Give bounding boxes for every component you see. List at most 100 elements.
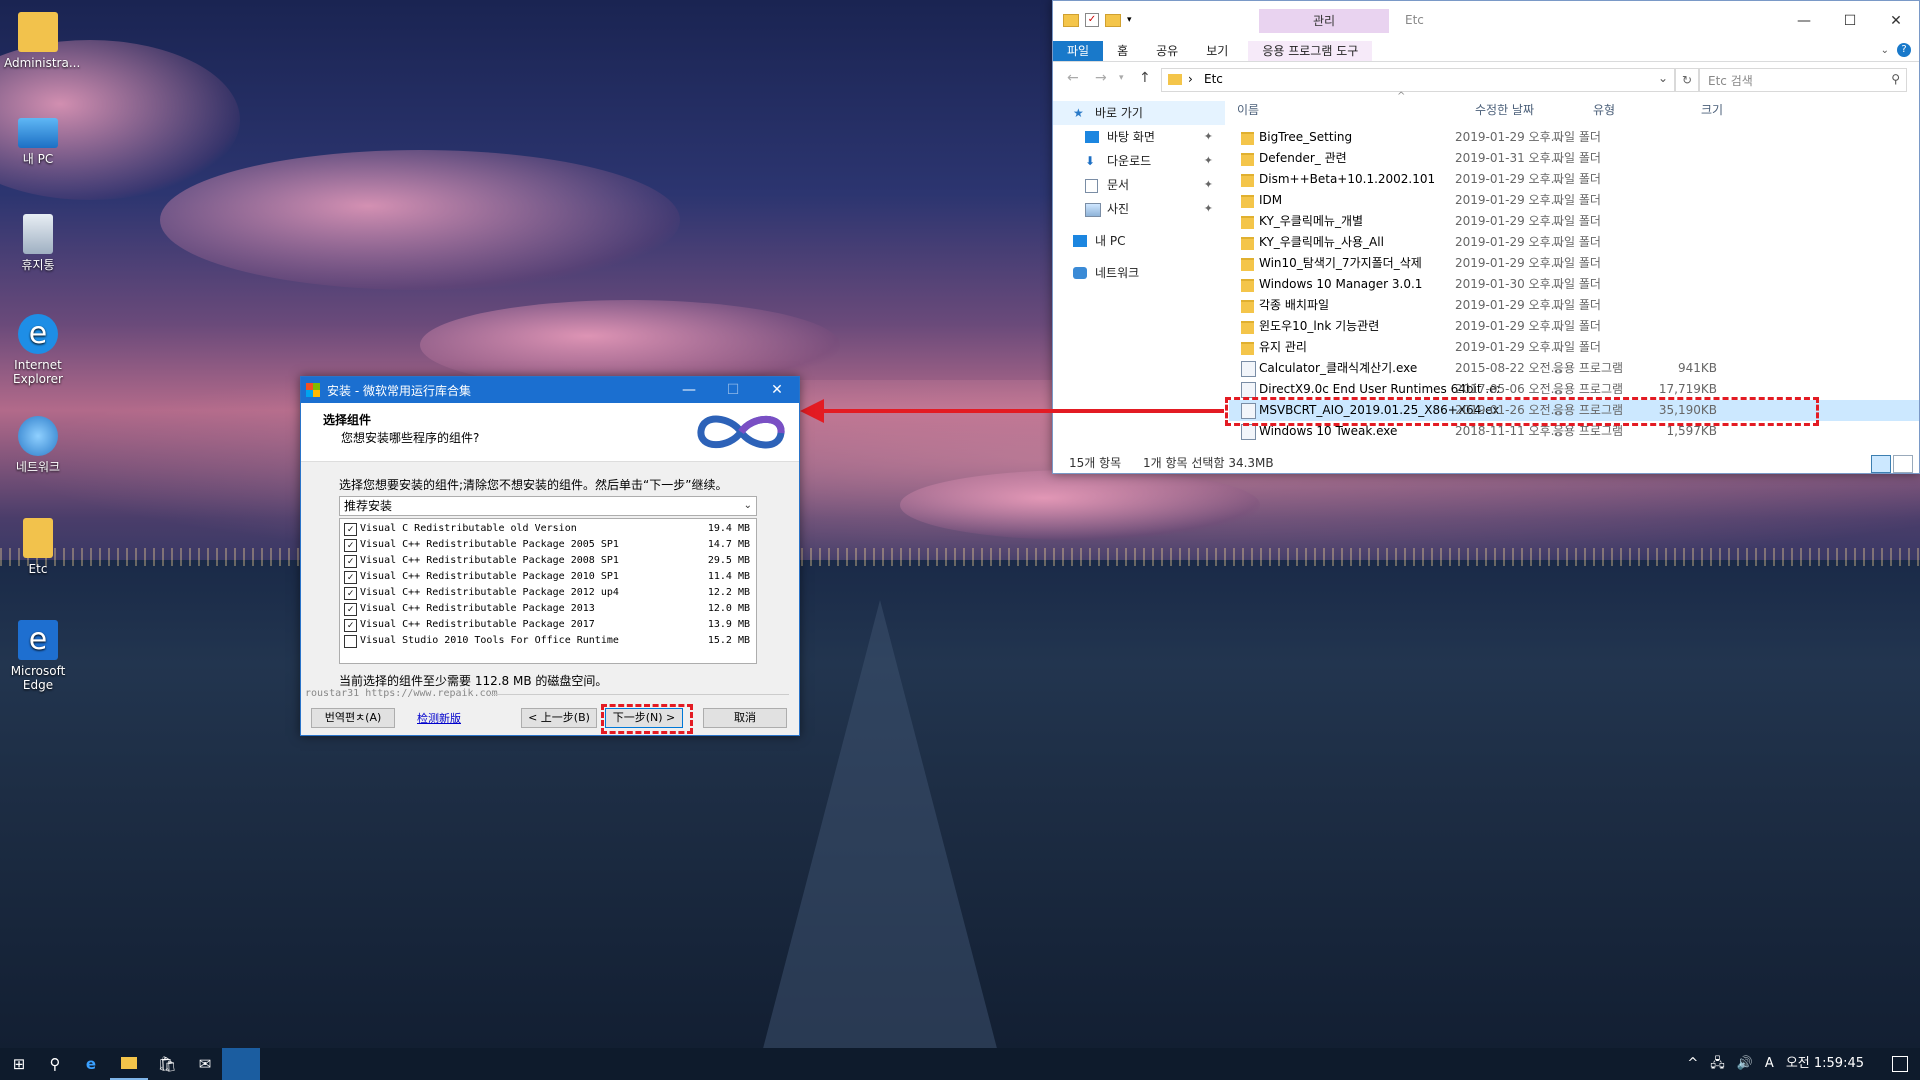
component-item[interactable]: ✓ Visual C++ Redistributable Package 2013… bbox=[344, 601, 752, 617]
search-input[interactable]: Etc 검색 ⚲ bbox=[1699, 68, 1907, 92]
tab-application-tools[interactable]: 응용 프로그램 도구 bbox=[1248, 41, 1373, 61]
ime-indicator[interactable]: A bbox=[1765, 1048, 1774, 1080]
nav-item-pictures[interactable]: 사진 ✦ bbox=[1053, 197, 1225, 221]
install-type-select[interactable]: 推荐安装 ⌄ bbox=[339, 496, 757, 516]
file-row[interactable]: Defender_ 관련 2019-01-31 오후... 파일 폴더 bbox=[1229, 148, 1919, 169]
pin-icon[interactable]: ✦ bbox=[1204, 149, 1213, 173]
nav-item-desktop[interactable]: 바탕 화면 ✦ bbox=[1053, 125, 1225, 149]
installer-taskbar-button[interactable] bbox=[222, 1048, 260, 1080]
back-button[interactable]: < 上一步(B) bbox=[521, 708, 597, 728]
component-item[interactable]: ✓ Visual C++ Redistributable Package 2005… bbox=[344, 537, 752, 553]
component-checkbox[interactable]: ✓ bbox=[344, 555, 357, 568]
file-row[interactable]: IDM 2019-01-29 오후... 파일 폴더 bbox=[1229, 190, 1919, 211]
component-item[interactable]: ✓ Visual C++ Redistributable Package 2017… bbox=[344, 617, 752, 633]
desktop-icon-this-pc[interactable]: 내 PC bbox=[4, 112, 72, 166]
file-row[interactable]: 각종 배치파일 2019-01-29 오후... 파일 폴더 bbox=[1229, 295, 1919, 316]
up-arrow-icon[interactable]: ↑ bbox=[1139, 70, 1151, 86]
address-input[interactable]: › Etc ⌄ bbox=[1161, 68, 1675, 92]
component-item[interactable]: Visual Studio 2010 Tools For Office Runt… bbox=[344, 633, 752, 649]
component-item[interactable]: ✓ Visual C++ Redistributable Package 2012… bbox=[344, 585, 752, 601]
nav-item-downloads[interactable]: ⬇ 다운로드 ✦ bbox=[1053, 149, 1225, 173]
details-view-button[interactable] bbox=[1871, 455, 1891, 473]
component-checkbox[interactable]: ✓ bbox=[344, 571, 357, 584]
edge-taskbar-icon[interactable]: e bbox=[72, 1048, 110, 1080]
close-button[interactable]: ✕ bbox=[755, 377, 799, 403]
component-checkbox[interactable]: ✓ bbox=[344, 603, 357, 616]
desktop-icon-internet-explorer[interactable]: e Internet Explorer bbox=[4, 314, 72, 386]
network-icon bbox=[1073, 267, 1087, 279]
minimize-button[interactable]: — bbox=[667, 377, 711, 403]
column-type[interactable]: 유형 bbox=[1585, 97, 1693, 123]
tab-share[interactable]: 공유 bbox=[1142, 41, 1192, 61]
qat-dropdown-icon[interactable]: ▾ bbox=[1127, 15, 1132, 25]
store-taskbar-icon[interactable]: 🛍 bbox=[148, 1048, 186, 1080]
desktop-icon-edge[interactable]: e Microsoft Edge bbox=[4, 620, 72, 692]
network-tray-icon[interactable]: 🖧 bbox=[1710, 1048, 1725, 1080]
folder-icon[interactable] bbox=[1063, 13, 1079, 27]
tab-view[interactable]: 보기 bbox=[1192, 41, 1242, 61]
forward-arrow-icon[interactable]: → bbox=[1095, 70, 1107, 86]
file-type: 파일 폴더 bbox=[1553, 172, 1601, 186]
file-row[interactable]: Windows 10 Manager 3.0.1 2019-01-30 오후...… bbox=[1229, 274, 1919, 295]
nav-item-quick-access[interactable]: ★ 바로 가기 bbox=[1053, 101, 1225, 125]
pin-icon[interactable]: ✦ bbox=[1204, 125, 1213, 149]
recent-dropdown-icon[interactable]: ▾ bbox=[1119, 73, 1124, 83]
file-row[interactable]: KY_우클릭메뉴_개별 2019-01-29 오후... 파일 폴더 bbox=[1229, 211, 1919, 232]
component-checkbox[interactable]: ✓ bbox=[344, 619, 357, 632]
folder-icon bbox=[1241, 216, 1254, 229]
clock[interactable]: 오전 1:59:45 bbox=[1786, 1048, 1864, 1080]
file-row[interactable]: Calculator_클래식계산기.exe 2015-08-22 오전... 응용 … bbox=[1229, 358, 1919, 379]
search-icon[interactable]: ⚲ bbox=[36, 1048, 74, 1080]
new-folder-icon[interactable] bbox=[1105, 13, 1121, 27]
folder-icon bbox=[1241, 132, 1254, 145]
desktop-icon-recycle-bin[interactable]: 휴지통 bbox=[4, 214, 72, 272]
desktop-icon-network[interactable]: 네트워크 bbox=[4, 416, 72, 474]
file-row[interactable]: 윈도우10_lnk 기능관련 2019-01-29 오후... 파일 폴더 bbox=[1229, 316, 1919, 337]
desktop-icon-user-folder[interactable]: Administra... bbox=[4, 12, 80, 70]
properties-icon[interactable]: ✓ bbox=[1085, 13, 1099, 27]
volume-icon[interactable]: 🔊 bbox=[1737, 1048, 1753, 1080]
file-row[interactable]: Dism++Beta+10.1.2002.101 2019-01-29 오후...… bbox=[1229, 169, 1919, 190]
check-update-link[interactable]: 检测新版 bbox=[417, 710, 461, 726]
component-checkbox[interactable]: ✓ bbox=[344, 587, 357, 600]
file-row[interactable]: KY_우클릭메뉴_사용_All 2019-01-29 오후... 파일 폴더 bbox=[1229, 232, 1919, 253]
column-size[interactable]: 크기 bbox=[1693, 97, 1781, 123]
minimize-button[interactable]: — bbox=[1781, 1, 1827, 41]
nav-item-this-pc[interactable]: 내 PC bbox=[1053, 229, 1225, 253]
tab-file[interactable]: 파일 bbox=[1053, 41, 1104, 61]
column-name[interactable]: 이름 bbox=[1229, 97, 1467, 123]
start-windows-icon[interactable]: ⊞ bbox=[0, 1048, 38, 1080]
component-item[interactable]: ✓ Visual C++ Redistributable Package 2010… bbox=[344, 569, 752, 585]
notification-center-icon[interactable] bbox=[1892, 1056, 1908, 1072]
component-checkbox[interactable]: ✓ bbox=[344, 539, 357, 552]
refresh-button[interactable]: ↻ bbox=[1675, 68, 1699, 92]
back-arrow-icon[interactable]: ← bbox=[1067, 70, 1079, 86]
ribbon-expand-icon[interactable]: ⌄ bbox=[1881, 45, 1889, 56]
component-checkbox[interactable]: ✓ bbox=[344, 523, 357, 536]
nav-item-documents[interactable]: 문서 ✦ bbox=[1053, 173, 1225, 197]
tab-home[interactable]: 홈 bbox=[1103, 41, 1142, 61]
nav-item-network[interactable]: 네트워크 bbox=[1053, 261, 1225, 285]
address-dropdown-icon[interactable]: ⌄ bbox=[1658, 71, 1668, 85]
cancel-button[interactable]: 取消 bbox=[703, 708, 787, 728]
tray-chevron-icon[interactable]: ^ bbox=[1687, 1048, 1698, 1080]
file-row[interactable]: BigTree_Setting 2019-01-29 오후... 파일 폴더 bbox=[1229, 127, 1919, 148]
column-date[interactable]: 수정한 날짜 bbox=[1467, 97, 1585, 123]
language-button[interactable]: 번역편ㅊ(A) bbox=[311, 708, 395, 728]
help-icon[interactable]: ? bbox=[1897, 43, 1911, 57]
pin-icon[interactable]: ✦ bbox=[1204, 197, 1213, 221]
file-date: 2019-01-29 오후... bbox=[1455, 193, 1563, 207]
pin-icon[interactable]: ✦ bbox=[1204, 173, 1213, 197]
component-checkbox[interactable] bbox=[344, 635, 357, 648]
maximize-button[interactable]: ☐ bbox=[1827, 1, 1873, 41]
component-item[interactable]: ✓ Visual C++ Redistributable Package 2008… bbox=[344, 553, 752, 569]
mail-taskbar-icon[interactable]: ✉ bbox=[186, 1048, 224, 1080]
close-button[interactable]: ✕ bbox=[1873, 1, 1919, 41]
desktop-icon-label: Internet Explorer bbox=[13, 358, 63, 386]
desktop-icon-etc[interactable]: Etc bbox=[4, 518, 72, 576]
large-icons-view-button[interactable] bbox=[1893, 455, 1913, 473]
component-item[interactable]: ✓ Visual C Redistributable old Version 19.… bbox=[344, 521, 752, 537]
file-row[interactable]: Win10_탐색기_7가지폴더_삭제 2019-01-29 오후... 파일 폴더 bbox=[1229, 253, 1919, 274]
file-row[interactable]: 유지 관리 2019-01-29 오후... 파일 폴더 bbox=[1229, 337, 1919, 358]
file-explorer-taskbar-icon[interactable] bbox=[110, 1048, 148, 1080]
